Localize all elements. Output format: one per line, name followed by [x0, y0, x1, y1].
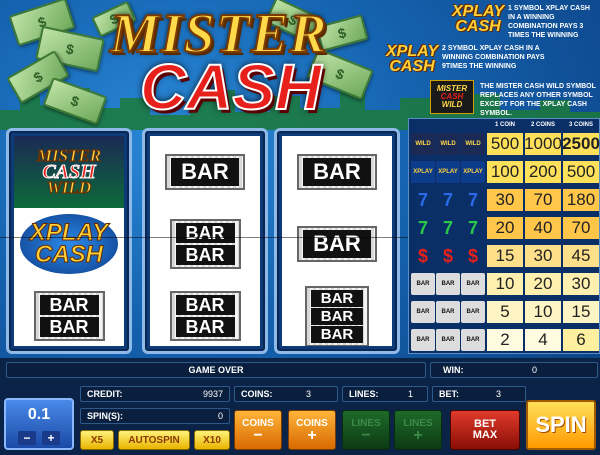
bet-display: BET: 3	[432, 386, 526, 402]
denomination-minus-button[interactable]: −	[18, 431, 36, 445]
credit-label: CREDIT:	[87, 389, 123, 399]
symbol-bar-double: BAR BAR	[150, 208, 260, 280]
bet-max-button[interactable]: BET MAX	[450, 410, 520, 450]
coins-display: COINS: 3	[234, 386, 338, 402]
denomination-selector[interactable]: 0.1 − +	[4, 398, 74, 450]
paytable-header-1: 1 COIN	[494, 122, 515, 128]
reel-3: BAR BAR BAR BAR BAR	[274, 128, 400, 354]
wild-symbol-icon: MISTER CASH WILD	[430, 80, 474, 114]
logo-cash: CASH	[139, 50, 322, 124]
message-bar: GAME OVER	[6, 362, 426, 378]
win-value: 0	[531, 365, 537, 375]
symbol-xplay-cash: XPLAY CASH	[14, 208, 124, 280]
paytable-row-bar3: BAR BAR BAR 10 20 30	[409, 271, 599, 297]
paytable-value: 30	[525, 245, 561, 267]
paytable-row-xplay: XPLAY XPLAY XPLAY 100 200 500	[409, 159, 599, 185]
paytable-row-bar2: BAR BAR BAR 5 10 15	[409, 299, 599, 325]
paytable-value: 45	[563, 245, 599, 267]
minus-icon: −	[253, 426, 263, 444]
xplay-cash-logo-2: XPLAY CASH	[386, 43, 439, 75]
paytable-value: 30	[563, 273, 599, 295]
bet-label: BET:	[439, 389, 459, 399]
plus-icon: +	[307, 426, 317, 444]
x10-button[interactable]: X10	[194, 430, 230, 450]
paytable-value: 500	[487, 133, 523, 155]
game-message: GAME OVER	[188, 365, 244, 375]
denomination-plus-button[interactable]: +	[42, 431, 60, 445]
paytable-value: 500	[563, 161, 599, 183]
paytable-row-seven-green: 777 20 40 70	[409, 215, 599, 241]
symbol-wild: MISTER CASH WILD	[14, 136, 124, 208]
spins-label: SPIN(S):	[87, 411, 123, 421]
lines-value: 1	[407, 389, 413, 399]
paytable-value: 20	[487, 217, 523, 239]
win-display: WIN: 0	[430, 362, 598, 378]
symbol-bar-single: BAR	[282, 208, 392, 280]
plus-icon: +	[413, 426, 423, 444]
paytable-value: 10	[525, 301, 561, 323]
symbol-bar-double: BAR BAR	[14, 280, 124, 346]
reel-1: MISTER CASH WILD XPLAY CASH BAR BAR	[6, 128, 132, 354]
xplay-cash-logo-text: XPLAY CASH	[386, 43, 439, 75]
paytable-row-dollar: $ $ $ 15 30 45	[409, 243, 599, 269]
xplay-cash-logo-1: XPLAY CASH	[452, 3, 505, 35]
credit-display: CREDIT: 9937	[80, 386, 230, 402]
info-wild-text: THE MISTER CASH WILD SYMBOL REPLACES ANY…	[480, 83, 596, 117]
denomination-value: 0.1	[27, 406, 51, 423]
minus-icon: −	[361, 426, 371, 444]
symbol-bar-single: BAR	[150, 136, 260, 208]
reel-2: BAR BAR BAR BAR BAR	[142, 128, 268, 354]
lines-plus-button[interactable]: LINES +	[394, 410, 442, 450]
spins-value: 0	[217, 411, 223, 421]
paytable-row-wild: WILD WILD WILD 500 1000 2500	[409, 131, 600, 157]
win-label: WIN:	[443, 365, 464, 375]
paytable-value: 6	[563, 329, 599, 351]
paytable-header-2: 2 COINS	[530, 122, 555, 128]
paytable-value: 5	[487, 301, 523, 323]
x5-button[interactable]: X5	[80, 430, 114, 450]
paytable-value: 15	[563, 301, 599, 323]
coins-plus-button[interactable]: COINS +	[288, 410, 336, 450]
paytable-value: 20	[525, 273, 561, 295]
bet-value: 3	[495, 389, 501, 399]
paytable-value: 1000	[524, 133, 562, 155]
coins-label: COINS:	[241, 389, 273, 399]
paytable-value: 40	[525, 217, 561, 239]
info-symbol-two-text: 2 SYMBOL XPLAY CASH IN A WINNING COMBINA…	[442, 45, 545, 70]
paytable-value: 2	[487, 329, 523, 351]
paytable-value: 70	[525, 189, 561, 211]
paytable-value: 30	[487, 189, 523, 211]
paytable-value: 180	[563, 189, 599, 211]
paytable-header-3: 3 COINS	[568, 122, 593, 128]
lines-display: LINES: 1	[342, 386, 428, 402]
paytable-row-seven-blue: 777 30 70 180	[409, 187, 599, 213]
coins-value: 3	[305, 389, 311, 399]
symbol-bar-triple: BAR BAR BAR	[282, 280, 392, 346]
xplay-cash-logo-text: XPLAY CASH	[452, 3, 505, 35]
lines-minus-button[interactable]: LINES −	[342, 410, 390, 450]
paytable-value: 200	[525, 161, 561, 183]
paytable-value: 4	[525, 329, 561, 351]
paytable-value: 100	[487, 161, 523, 183]
paytable-value: 70	[563, 217, 599, 239]
spin-button[interactable]: SPIN	[526, 400, 596, 450]
payline	[0, 237, 410, 238]
game-stage: MISTER CASH XPLAY CASH 1 SYMBOL XPLAY CA…	[0, 0, 600, 455]
paytable-value: 10	[487, 273, 523, 295]
paytable-row-bar1: BAR BAR BAR 2 4 6	[409, 327, 599, 353]
info-symbol-one-text: 1 SYMBOL XPLAY CASH IN A WINNING COMBINA…	[508, 5, 590, 39]
symbol-bar-double: BAR BAR	[150, 280, 260, 346]
autospin-button[interactable]: AUTOSPIN	[118, 430, 190, 450]
paytable-value: 15	[487, 245, 523, 267]
bet-max-label-2: MAX	[472, 429, 498, 441]
coins-minus-button[interactable]: COINS −	[234, 410, 282, 450]
credit-value: 9937	[202, 389, 223, 399]
lines-label: LINES:	[349, 389, 379, 399]
paytable-value: 2500	[562, 133, 600, 155]
spins-display: SPIN(S): 0	[80, 408, 230, 424]
symbol-bar-single: BAR	[282, 136, 392, 208]
paytable: 1 COIN 2 COINS 3 COINS WILD WILD WILD 500 …	[408, 118, 600, 354]
